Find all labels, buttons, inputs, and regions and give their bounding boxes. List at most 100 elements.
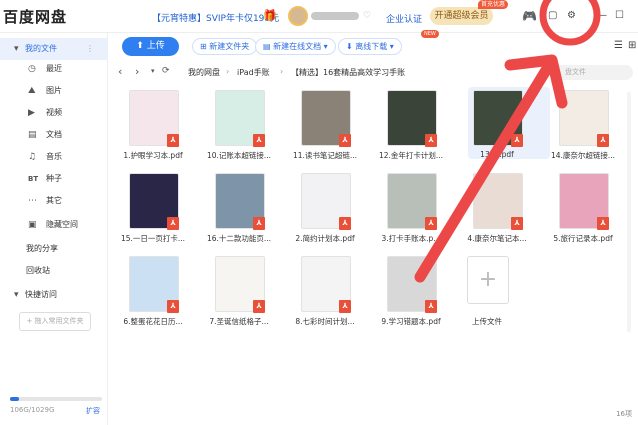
toolbar: ⬆ 上传 ⊞ 新建文件夹 ▤ 新建在线文档 ▾ NEW ⬇ 离线下载 ▾ ☰ ⊞	[108, 30, 638, 61]
expand-storage-link[interactable]: 扩容	[86, 406, 100, 416]
pdf-icon: ⅄	[339, 134, 351, 147]
file-item[interactable]: ⅄ 1.护眼学习本.pdf	[112, 88, 192, 168]
sidebar-item-torrents[interactable]: BT 种子	[0, 168, 108, 190]
grid-view-icon[interactable]: ⊞	[628, 40, 636, 51]
new-online-doc-button[interactable]: ▤ 新建在线文档 ▾	[255, 38, 336, 55]
sidebar-item-videos[interactable]: ▶ 视频	[0, 102, 108, 124]
sidebar: ▾ 我的文件 ⋮ ◷ 最近 ⛰ 图片 ▶ 视频 ▤ 文档 ♫ 音乐 BT 种子 ⋯ 其它 ▣ 隐…	[0, 33, 108, 425]
sidebar-item-label: 最近	[46, 64, 62, 73]
pdf-icon: ⅄	[253, 300, 265, 313]
sidebar-item-docs[interactable]: ▤ 文档	[0, 124, 108, 146]
new-tag: NEW	[421, 30, 439, 38]
breadcrumb-root[interactable]: 我的网盘	[188, 67, 220, 78]
pdf-icon: ⅄	[597, 217, 609, 230]
sidebar-item-images[interactable]: ⛰ 图片	[0, 80, 108, 102]
new-folder-button[interactable]: ⊞ 新建文件夹	[192, 38, 258, 55]
sidebar-item-recent[interactable]: ◷ 最近	[0, 58, 108, 80]
enterprise-cert-link[interactable]: 企业认证	[386, 12, 422, 25]
upload-icon: ⬆	[136, 41, 147, 51]
file-item[interactable]: ⅄ 8.七彩时间计划...	[284, 254, 364, 334]
file-item[interactable]: ⅄ 3.打卡手账本.p...	[370, 171, 450, 251]
sidebar-item-label: 回收站	[26, 266, 50, 275]
more-icon[interactable]: ⋮	[86, 38, 94, 60]
forward-icon[interactable]: ›	[135, 65, 139, 78]
file-item[interactable]: ⅄ 11.读书笔记超链...	[284, 88, 364, 168]
file-item[interactable]: ⅄ 16.十二款功能页...	[198, 171, 278, 251]
download-icon: ⬇	[346, 42, 356, 51]
file-name: 13.....pdf	[480, 150, 514, 159]
quota-bar	[10, 397, 102, 401]
quota-bar-fill	[10, 397, 20, 401]
pdf-icon: ⅄	[425, 134, 437, 147]
settings-icon[interactable]: ⚙	[567, 10, 576, 21]
file-name: 11.读书笔记超链...	[292, 151, 358, 160]
file-name: 16.十二款功能页...	[206, 234, 272, 243]
vip-level-icon: ♡	[363, 11, 372, 21]
file-grid: ⅄ 1.护眼学习本.pdf ⅄ 10.记账本超链接... ⅄ 11.读书笔记超链... ⅄ 1…	[108, 87, 638, 403]
upload-button[interactable]: ⬆ 上传	[122, 37, 179, 56]
file-item[interactable]: ⅄ 6.整蛋花花日历...	[112, 254, 192, 334]
other-icon: ⋯	[28, 196, 37, 206]
file-item[interactable]: ⅄ 10.记账本超链接...	[198, 88, 278, 168]
search-input[interactable]: 盘文件	[553, 65, 633, 80]
breadcrumb-current: 【精选】16套精品高效学习手账	[291, 68, 406, 77]
maximize-icon[interactable]: ☐	[615, 10, 624, 21]
back-icon[interactable]: ‹	[118, 65, 122, 78]
file-name: 7.圣诞信纸格子...	[209, 317, 269, 326]
sidebar-item-label: 快捷访问	[25, 290, 57, 299]
pdf-icon: ⅄	[425, 300, 437, 313]
chevron-down-icon: ▾	[387, 42, 394, 51]
minimize-icon[interactable]: —	[597, 10, 607, 21]
file-name: 3.打卡手账本.p...	[381, 234, 441, 243]
upload-file-tile[interactable]: + 上传文件	[446, 254, 526, 334]
file-item[interactable]: ⅄ 5.旅行记录本.pdf	[542, 171, 622, 251]
file-item[interactable]: ⅄ 13.....pdf	[456, 88, 536, 168]
breadcrumb-ipad[interactable]: iPad手账	[237, 67, 270, 78]
gift-icon[interactable]: 🎁	[263, 9, 277, 22]
mail-icon[interactable]: ▢	[548, 10, 557, 21]
file-item[interactable]: ⅄ 14.康奈尔超链接...	[542, 88, 622, 168]
sidebar-item-quick-access[interactable]: ▾ 快捷访问	[0, 284, 108, 306]
pdf-icon: ⅄	[253, 134, 265, 147]
breadcrumb-sep: ›	[280, 67, 284, 76]
pdf-icon: ⅄	[339, 217, 351, 230]
file-name: 12.金年打卡计划...	[378, 151, 444, 160]
sidebar-item-label: 我的分享	[26, 244, 58, 253]
promo-link[interactable]: 【元宵特惠】SVIP年卡仅198元	[152, 11, 279, 24]
open-svip-button[interactable]: 开通超级会员	[430, 7, 493, 25]
scrollbar[interactable]	[627, 92, 631, 332]
pdf-icon: ⅄	[167, 217, 179, 230]
file-name: 8.七彩时间计划...	[295, 317, 355, 326]
file-item[interactable]: ⅄ 2.简约计划本.pdf	[284, 171, 364, 251]
game-icon[interactable]: 🎮	[522, 9, 537, 23]
sidebar-item-my-files[interactable]: ▾ 我的文件 ⋮	[0, 38, 108, 60]
file-item[interactable]: ⅄ 9.学习错题本.pdf	[370, 254, 450, 334]
file-item[interactable]: ⅄ 4.康奈尔笔记本...	[456, 171, 536, 251]
pdf-icon: ⅄	[425, 217, 437, 230]
add-quick-access-button[interactable]: + 拖入常用文件夹	[19, 312, 91, 331]
sidebar-item-label: 种子	[46, 174, 62, 183]
clock-icon: ◷	[28, 64, 36, 74]
file-name: 10.记账本超链接...	[206, 151, 272, 160]
sidebar-item-other[interactable]: ⋯ 其它	[0, 190, 108, 212]
sidebar-item-music[interactable]: ♫ 音乐	[0, 146, 108, 168]
sidebar-item-hidden-space[interactable]: ▣ 隐藏空间	[0, 214, 108, 236]
plus-icon: +	[467, 256, 509, 304]
upload-file-label: 上传文件	[472, 317, 502, 326]
item-count: 16项	[616, 410, 632, 418]
breadcrumb-sep: ›	[226, 67, 230, 76]
file-item[interactable]: ⅄ 7.圣诞信纸格子...	[198, 254, 278, 334]
doc-icon: ▤	[28, 130, 37, 140]
file-item[interactable]: ⅄ 12.金年打卡计划...	[370, 88, 450, 168]
offline-download-button[interactable]: ⬇ 离线下载 ▾	[338, 38, 402, 55]
chevron-down-icon: ▾	[14, 290, 19, 300]
sidebar-item-my-share[interactable]: 我的分享	[0, 238, 108, 260]
offline-download-label: 离线下载	[355, 42, 388, 51]
avatar[interactable]	[288, 6, 308, 26]
sort-icon[interactable]: ☰	[614, 40, 623, 51]
refresh-icon[interactable]: ⟳	[162, 66, 170, 76]
pdf-icon: ⅄	[339, 300, 351, 313]
file-item[interactable]: ⅄ 15.一日一页打卡...	[112, 171, 192, 251]
history-dropdown-icon[interactable]: ▾	[151, 67, 155, 75]
sidebar-item-recycle[interactable]: 回收站	[0, 260, 108, 282]
